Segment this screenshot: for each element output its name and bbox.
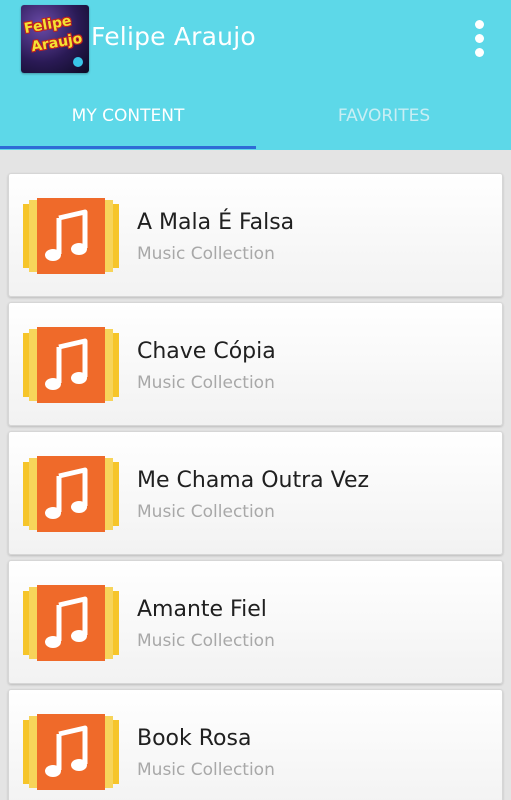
item-title: Me Chama Outra Vez [137,468,370,493]
item-title: Amante Fiel [137,597,267,622]
tab-favorites[interactable]: FAVORITES [256,96,511,148]
list-item[interactable]: A Mala É Falsa Music Collection [8,173,503,297]
item-title: A Mala É Falsa [137,210,295,235]
item-subtitle: Music Collection [137,502,275,522]
tab-indicator [0,146,256,149]
app-logo: Felipe Araujo [21,5,89,73]
item-subtitle: Music Collection [137,760,275,780]
music-note-icon [23,585,119,661]
list-item[interactable]: Amante Fiel Music Collection [8,560,503,684]
item-title: Book Rosa [137,726,252,751]
music-note-icon [23,714,119,790]
item-subtitle: Music Collection [137,631,275,651]
item-title: Chave Cópia [137,339,276,364]
app-logo-badge [73,57,83,67]
app-bar: Felipe Araujo Felipe Araujo MY CONTENT F… [0,0,511,150]
app-title: Felipe Araujo [91,22,256,51]
list-item[interactable]: Chave Cópia Music Collection [8,302,503,426]
item-subtitle: Music Collection [137,373,275,393]
list-item[interactable]: Me Chama Outra Vez Music Collection [8,431,503,555]
music-note-icon [23,456,119,532]
music-note-icon [23,198,119,274]
more-vert-icon[interactable] [466,16,494,62]
item-subtitle: Music Collection [137,244,275,264]
list-item[interactable]: Book Rosa Music Collection [8,689,503,800]
tab-my-content[interactable]: MY CONTENT [0,96,256,148]
music-note-icon [23,327,119,403]
